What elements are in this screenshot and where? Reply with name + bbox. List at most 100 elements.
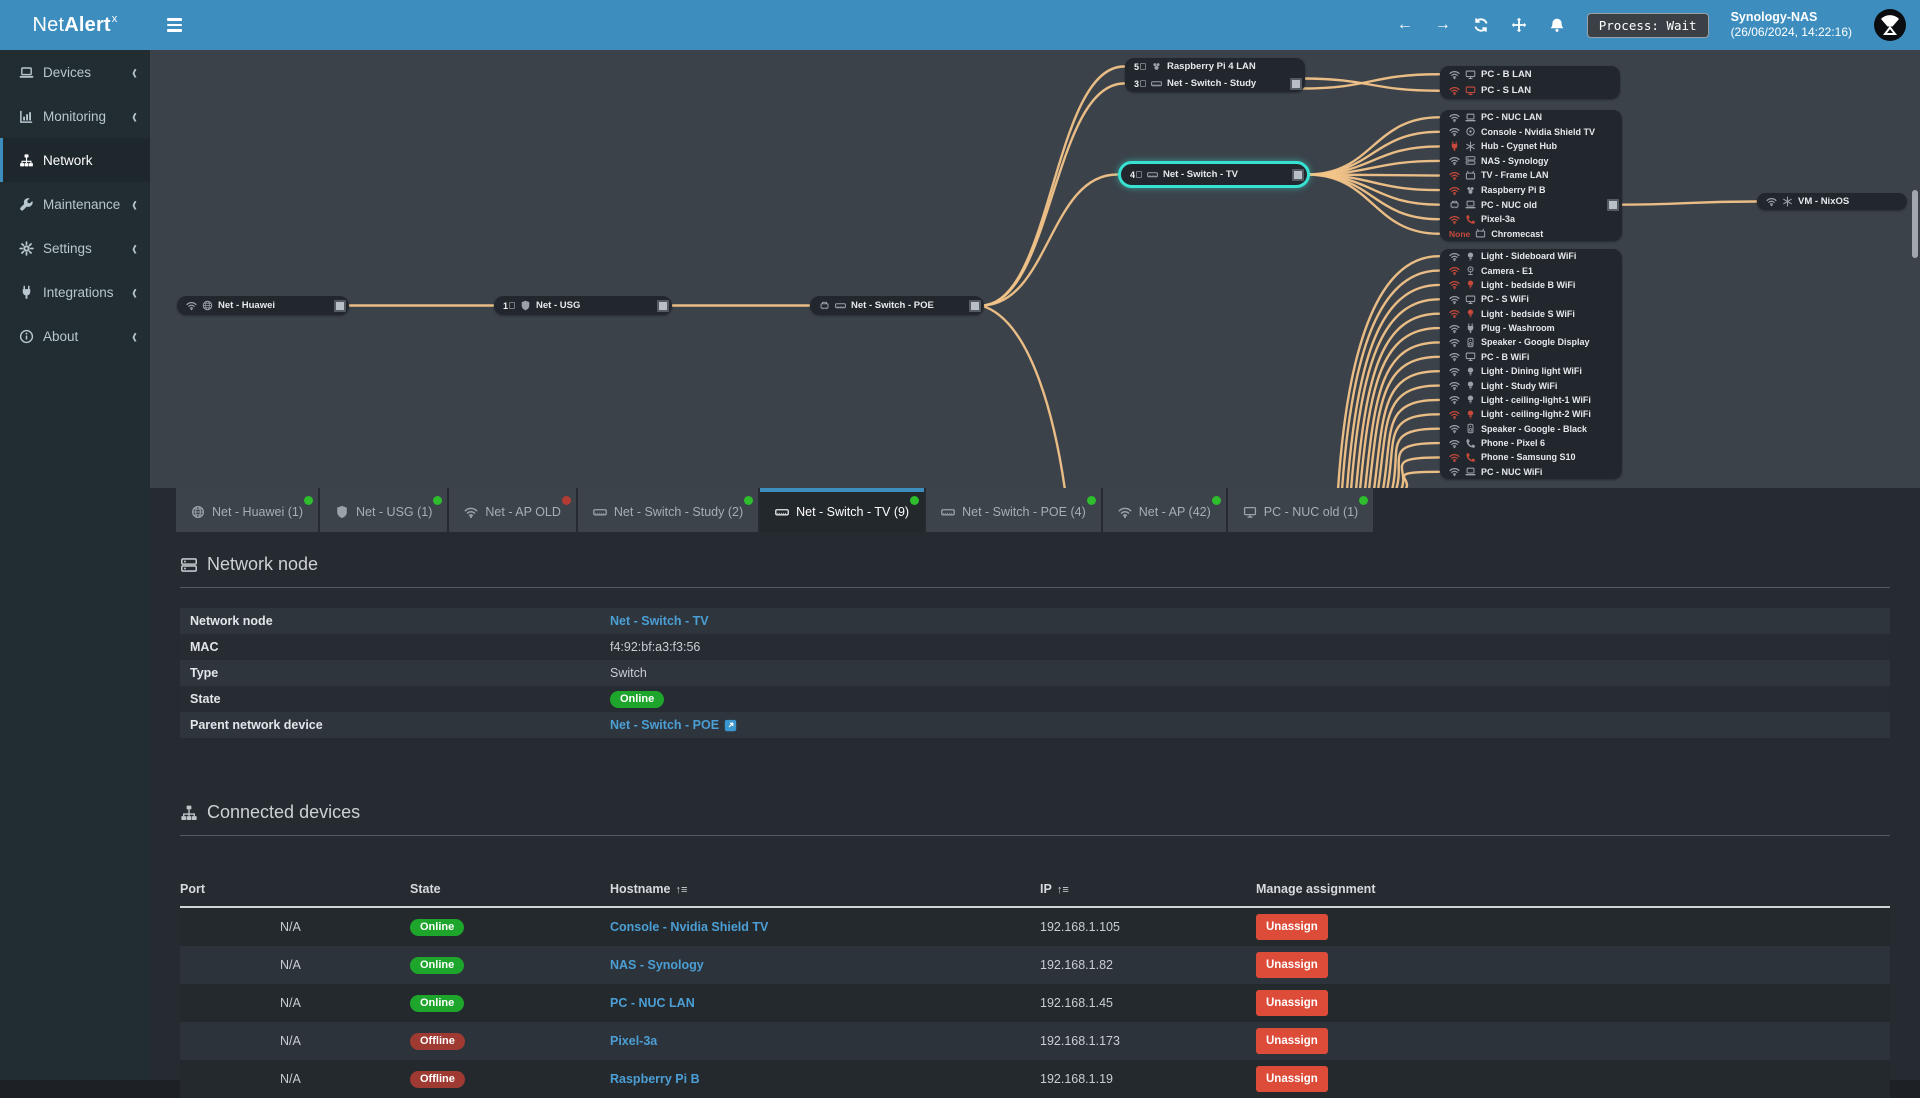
unassign-button[interactable]: Unassign <box>1256 952 1328 978</box>
map-node-usg[interactable]: 1 Net - USG <box>494 296 672 315</box>
forward-arrow-icon[interactable] <box>1435 17 1451 33</box>
map-node-row[interactable]: Speaker - Google Display <box>1440 335 1622 349</box>
map-node-row[interactable]: Light - bedside S WiFi <box>1440 307 1622 321</box>
bell-icon[interactable] <box>1549 17 1565 33</box>
map-node-row[interactable]: PC - B LAN <box>1440 66 1620 83</box>
sort-icon[interactable]: ↑≡ <box>675 884 687 896</box>
hostname-link[interactable]: Raspberry Pi B <box>610 1072 700 1086</box>
map-node-row[interactable]: NAS - Synology <box>1440 154 1622 169</box>
process-status-button[interactable]: Process: Wait <box>1586 12 1709 38</box>
map-node-row[interactable]: 4 Net - Switch - TV <box>1121 164 1307 185</box>
map-node-row[interactable]: Speaker - Google - Black <box>1440 422 1622 436</box>
map-node-row[interactable]: PC - NUC old <box>1440 197 1622 212</box>
map-node-row[interactable]: VM - NixOS <box>1757 193 1907 210</box>
map-node-pcbs[interactable]: PC - B LAN PC - S LAN <box>1440 66 1620 99</box>
node-drag-handle[interactable] <box>1292 168 1304 181</box>
unassign-button[interactable]: Unassign <box>1256 914 1328 940</box>
map-node-tvbox[interactable]: PC - NUC LAN Console - Nvidia Shield TV Hu… <box>1440 110 1622 242</box>
map-node-row[interactable]: 3 Net - Switch - Study <box>1125 75 1305 92</box>
map-node-poe[interactable]: Net - Switch - POE <box>810 296 984 315</box>
tab-net-huawei-1-[interactable]: Net - Huawei (1) <box>176 488 318 532</box>
tab-net-switch-study-2-[interactable]: Net - Switch - Study (2) <box>577 488 759 532</box>
map-node-tv[interactable]: 4 Net - Switch - TV <box>1118 161 1310 188</box>
map-node-row[interactable]: Raspberry Pi B <box>1440 183 1622 198</box>
map-node-row[interactable]: None Chromecast <box>1440 226 1622 241</box>
map-node-row[interactable]: PC - S LAN <box>1440 83 1620 100</box>
move-icon[interactable] <box>1511 17 1527 33</box>
map-node-row[interactable]: Light - Dining light WiFi <box>1440 364 1622 378</box>
sidebar-item-monitoring[interactable]: Monitoring <box>0 94 150 138</box>
hostname-link[interactable]: Console - Nvidia Shield TV <box>610 920 768 934</box>
node-drag-handle[interactable] <box>657 299 669 312</box>
detail-label: MAC <box>190 640 219 654</box>
tab-net-ap-old[interactable]: Net - AP OLD <box>449 488 576 532</box>
tab-net-ap-42-[interactable]: Net - AP (42) <box>1102 488 1226 532</box>
back-arrow-icon[interactable] <box>1397 17 1413 33</box>
node-drag-handle[interactable] <box>334 299 346 312</box>
map-node-row[interactable]: Console - Nvidia Shield TV <box>1440 125 1622 140</box>
wifi-icon <box>1449 323 1460 334</box>
node-drag-handle[interactable] <box>969 299 981 312</box>
pc-icon <box>1465 351 1476 362</box>
hostname-link[interactable]: Pixel-3a <box>610 1034 657 1048</box>
sidebar-item-network[interactable]: Network <box>0 138 150 182</box>
map-node-row[interactable]: Net - Huawei <box>177 296 349 315</box>
map-node-row[interactable]: TV - Frame LAN <box>1440 168 1622 183</box>
column-header-hostname[interactable]: Hostname ↑≡ <box>610 882 1040 896</box>
wifi-icon <box>1449 409 1460 420</box>
map-node-vm[interactable]: VM - NixOS <box>1757 193 1907 210</box>
gear-icon <box>19 241 34 256</box>
detail-value-link[interactable]: Net - Switch - TV <box>610 614 709 628</box>
sidebar-item-integrations[interactable]: Integrations <box>0 270 150 314</box>
map-node-row[interactable]: 5 Raspberry Pi 4 LAN <box>1125 58 1305 75</box>
avatar[interactable] <box>1874 9 1906 41</box>
map-node-row[interactable]: Light - Sideboard WiFi <box>1440 249 1622 263</box>
sidebar-item-maintenance[interactable]: Maintenance <box>0 182 150 226</box>
map-node-row[interactable]: 1 Net - USG <box>494 296 672 315</box>
map-node-row[interactable]: PC - NUC WiFi <box>1440 465 1622 479</box>
unassign-button[interactable]: Unassign <box>1256 990 1328 1016</box>
node-drag-handle[interactable] <box>1290 77 1302 90</box>
column-header-ip[interactable]: IP ↑≡ <box>1040 882 1256 896</box>
user-info: Synology-NAS (26/06/2024, 14:22:16) <box>1731 10 1852 41</box>
hostname-link[interactable]: NAS - Synology <box>610 958 704 972</box>
map-node-row[interactable]: Light - ceiling-light-1 WiFi <box>1440 393 1622 407</box>
map-node-row[interactable]: Pixel-3a <box>1440 212 1622 227</box>
map-node-row[interactable]: Phone - Samsung S10 <box>1440 450 1622 464</box>
map-node-row[interactable]: PC - B WiFi <box>1440 350 1622 364</box>
node-tabs: Net - Huawei (1) Net - USG (1) Net - AP OL… <box>150 488 1920 532</box>
map-node-row[interactable]: Phone - Pixel 6 <box>1440 436 1622 450</box>
map-node-row[interactable]: PC - S WiFi <box>1440 292 1622 306</box>
unassign-button[interactable]: Unassign <box>1256 1028 1328 1054</box>
scrollbar-thumb[interactable] <box>1912 190 1918 258</box>
tab-net-usg-1-[interactable]: Net - USG (1) <box>320 488 448 532</box>
map-node-row[interactable]: Net - Switch - POE <box>810 296 984 315</box>
hamburger-menu-icon[interactable] <box>152 0 196 50</box>
map-node-row[interactable]: Camera - E1 <box>1440 263 1622 277</box>
map-node-huawei[interactable]: Net - Huawei <box>177 296 349 315</box>
map-node-row[interactable]: Light - bedside B WiFi <box>1440 278 1622 292</box>
unassign-button[interactable]: Unassign <box>1256 1066 1328 1092</box>
refresh-icon[interactable] <box>1473 17 1489 33</box>
detail-row: Parent network device Net - Switch - POE <box>180 712 1890 738</box>
detail-value-link[interactable]: Net - Switch - POE <box>610 718 719 732</box>
map-node-studybox[interactable]: 5 Raspberry Pi 4 LAN 3 Net - Switch - Study <box>1125 58 1305 92</box>
tab-net-switch-poe-4-[interactable]: Net - Switch - POE (4) <box>926 488 1101 532</box>
map-node-row[interactable]: Light - ceiling-light-2 WiFi <box>1440 407 1622 421</box>
map-node-row[interactable]: Hub - Cygnet Hub <box>1440 139 1622 154</box>
map-node-row[interactable]: Light - Study WiFi <box>1440 378 1622 392</box>
sidebar-item-about[interactable]: About <box>0 314 150 358</box>
sidebar-item-settings[interactable]: Settings <box>0 226 150 270</box>
map-node-row[interactable]: Plug - Washroom <box>1440 321 1622 335</box>
map-node-row[interactable]: PC - NUC LAN <box>1440 110 1622 125</box>
tab-pc-nuc-old-1-[interactable]: PC - NUC old (1) <box>1227 488 1374 532</box>
map-node-label: Pixel-3a <box>1481 214 1516 225</box>
node-drag-handle[interactable] <box>1607 198 1619 211</box>
network-topology-map[interactable]: Net - Huawei 1 Net - USG Net - Switch - POE… <box>150 50 1920 488</box>
sort-icon[interactable]: ↑≡ <box>1057 884 1069 896</box>
external-link-icon[interactable] <box>724 719 737 732</box>
sidebar-item-devices[interactable]: Devices <box>0 50 150 94</box>
map-node-lights[interactable]: Light - Sideboard WiFi Camera - E1 Light -… <box>1440 249 1622 479</box>
tab-net-switch-tv-9-[interactable]: Net - Switch - TV (9) <box>760 488 925 532</box>
hostname-link[interactable]: PC - NUC LAN <box>610 996 695 1010</box>
